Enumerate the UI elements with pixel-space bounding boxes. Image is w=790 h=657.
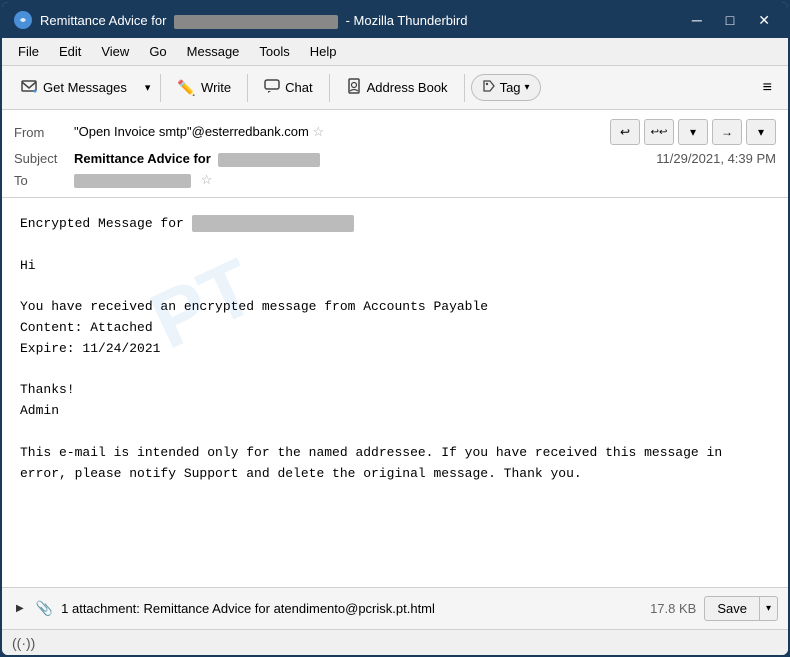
status-icon: ((·)): [12, 635, 35, 651]
save-dropdown-button[interactable]: ▾: [760, 599, 777, 618]
email-action-buttons: ↩ ↩↩ ▾ → ▾: [610, 119, 776, 145]
toolbar-divider-3: [329, 74, 330, 102]
minimize-button[interactable]: ─: [686, 10, 708, 30]
email-date: 11/29/2021, 4:39 PM: [656, 151, 776, 166]
subject-blurred: ████████████: [218, 153, 320, 167]
from-row: From "Open Invoice smtp"@esterredbank.co…: [14, 116, 776, 148]
greeting-line: Hi: [20, 256, 770, 277]
title-bar: Remittance Advice for ██████████████████…: [2, 2, 788, 38]
attachment-clip-icon: 📎: [36, 600, 53, 617]
encrypted-email-blurred: ████████████████████: [192, 215, 354, 232]
attachment-text: 1 attachment: Remittance Advice for aten…: [61, 601, 642, 616]
attachment-bar: ▶ 📎 1 attachment: Remittance Advice for …: [2, 587, 788, 629]
tag-chevron-icon: ▾: [525, 82, 530, 93]
address-book-label: Address Book: [367, 80, 448, 95]
chat-icon: [264, 78, 280, 98]
write-button[interactable]: ✏️ Write: [167, 74, 241, 102]
from-star-icon[interactable]: ☆: [313, 124, 325, 139]
to-row: To ██████████████ ☆: [14, 169, 776, 191]
address-book-icon: [346, 78, 362, 98]
from-value: "Open Invoice smtp"@esterredbank.com ☆: [74, 124, 610, 140]
forward-button[interactable]: →: [712, 119, 742, 145]
hamburger-icon: ≡: [763, 79, 772, 96]
title-bar-left: Remittance Advice for ██████████████████…: [14, 11, 467, 29]
window-controls: ─ □ ✕: [686, 10, 776, 31]
title-blurred: ████████████████████: [174, 15, 338, 29]
body-line3: Expire: 11/24/2021: [20, 339, 770, 360]
tag-label: Tag: [500, 80, 521, 95]
subject-row: Subject Remittance Advice for ██████████…: [14, 148, 776, 169]
toolbar: Get Messages ▾ ✏️ Write Chat: [2, 66, 788, 110]
from-address: "Open Invoice smtp"@esterredbank.com: [74, 124, 309, 139]
thunderbird-icon: [14, 11, 32, 29]
from-label: From: [14, 125, 74, 140]
window-title: Remittance Advice for ██████████████████…: [40, 13, 467, 28]
address-book-button[interactable]: Address Book: [336, 73, 458, 103]
toolbar-divider-2: [247, 74, 248, 102]
maximize-button[interactable]: □: [720, 10, 740, 30]
encrypted-message-line: Encrypted Message for ██████████████████…: [20, 214, 770, 235]
chat-label: Chat: [285, 80, 312, 95]
subject-label: Subject: [14, 151, 74, 166]
menu-go[interactable]: Go: [141, 41, 174, 62]
attachment-expand-icon[interactable]: ▶: [12, 601, 28, 616]
hamburger-menu-button[interactable]: ≡: [755, 74, 780, 102]
menu-file[interactable]: File: [10, 41, 47, 62]
save-button[interactable]: Save: [705, 597, 760, 620]
save-button-group: Save ▾: [704, 596, 778, 621]
get-messages-button[interactable]: Get Messages: [10, 72, 137, 104]
encrypted-label: Encrypted Message for: [20, 216, 184, 231]
to-star-icon[interactable]: ☆: [201, 172, 213, 187]
disclaimer-text: This e-mail is intended only for the nam…: [20, 443, 770, 485]
menu-view[interactable]: View: [93, 41, 137, 62]
body-line1: You have received an encrypted message f…: [20, 297, 770, 318]
menu-message[interactable]: Message: [179, 41, 248, 62]
tag-button[interactable]: Tag ▾: [471, 74, 541, 101]
get-messages-dropdown[interactable]: ▾: [141, 76, 155, 99]
reply-button[interactable]: ↩: [610, 119, 640, 145]
menu-edit[interactable]: Edit: [51, 41, 89, 62]
write-label: Write: [201, 80, 231, 95]
reply-all-button[interactable]: ↩↩: [644, 119, 674, 145]
status-bar: ((·)): [2, 629, 788, 655]
close-button[interactable]: ✕: [752, 10, 776, 31]
get-messages-label: Get Messages: [43, 80, 127, 95]
title-text: Remittance Advice for: [40, 13, 166, 28]
chat-button[interactable]: Chat: [254, 73, 322, 103]
subject-value: Remittance Advice for ████████████: [74, 151, 656, 166]
to-blurred: ██████████████: [74, 174, 191, 188]
toolbar-divider-4: [464, 74, 465, 102]
attachment-size: 17.8 KB: [650, 601, 696, 616]
toolbar-divider-1: [160, 74, 161, 102]
email-header: From "Open Invoice smtp"@esterredbank.co…: [2, 110, 788, 198]
menu-tools[interactable]: Tools: [251, 41, 297, 62]
title-suffix: - Mozilla Thunderbird: [346, 13, 468, 28]
thunderbird-window: Remittance Advice for ██████████████████…: [0, 0, 790, 657]
body-line2: Content: Attached: [20, 318, 770, 339]
menu-help[interactable]: Help: [302, 41, 345, 62]
more-chevron-button[interactable]: ▾: [678, 119, 708, 145]
tag-icon: [482, 79, 496, 96]
menu-bar: File Edit View Go Message Tools Help: [2, 38, 788, 66]
to-value: ██████████████ ☆: [74, 172, 776, 188]
write-icon: ✏️: [177, 79, 196, 97]
to-label: To: [14, 173, 74, 188]
get-messages-icon: [20, 77, 38, 99]
email-content-area: PT Encrypted Message for ███████████████…: [2, 198, 788, 629]
subject-prefix: Remittance Advice for: [74, 151, 211, 166]
sign-off-line: Thanks!: [20, 380, 770, 401]
admin-line: Admin: [20, 401, 770, 422]
more-actions-button[interactable]: ▾: [746, 119, 776, 145]
email-body: Encrypted Message for ██████████████████…: [2, 198, 788, 587]
